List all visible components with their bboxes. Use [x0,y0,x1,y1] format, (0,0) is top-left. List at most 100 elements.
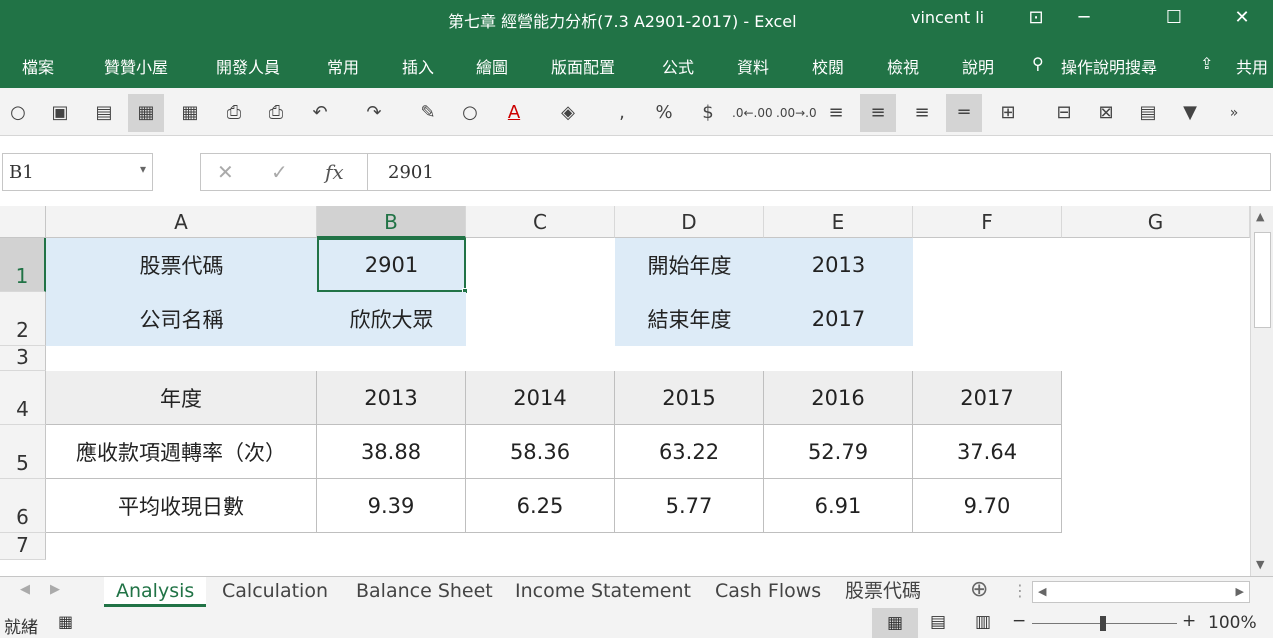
formula-input[interactable]: 2901 [367,153,1271,191]
printer-icon[interactable]: ⎙ [258,94,294,132]
tab-draw[interactable]: 繪圖 [476,54,508,78]
cell-e2[interactable]: 2017 [764,292,913,346]
table-cell[interactable]: 5.77 [615,479,764,533]
cell-a2[interactable]: 公司名稱 [46,292,317,346]
sheet-tab-cash-flows[interactable]: Cash Flows [715,577,821,607]
circle-icon[interactable]: ○ [0,94,36,132]
tab-page-layout[interactable]: 版面配置 [551,54,615,78]
sheet-tab-calculation[interactable]: Calculation [222,577,328,607]
row-header-3[interactable]: 3 [0,346,46,371]
table-header-cell[interactable]: 2014 [466,371,615,425]
decrease-decimal-icon[interactable]: .00→.0 [776,94,817,132]
print-preview-icon[interactable]: ⎙ [216,94,252,132]
table-header-cell[interactable]: 2017 [913,371,1062,425]
enter-icon[interactable]: ✓ [271,160,288,184]
cancel-icon[interactable]: ✕ [217,160,234,184]
more-icon[interactable]: » [1216,94,1252,132]
select-all-button[interactable] [0,206,46,238]
tab-formulas[interactable]: 公式 [662,54,694,78]
row-header-2[interactable]: 2 [0,292,46,346]
undo-icon[interactable]: ↶ [302,94,338,132]
column-header-b[interactable]: B [317,206,466,238]
column-header-d[interactable]: D [615,206,764,238]
cell-d1[interactable]: 開始年度 [615,238,764,292]
tab-file[interactable]: 檔案 [22,54,54,78]
table-cell[interactable]: 6.25 [466,479,615,533]
sheet-tab-analysis[interactable]: Analysis [104,577,207,607]
table-cell[interactable]: 9.70 [913,479,1062,533]
sheet-tab-balance-sheet[interactable]: Balance Sheet [356,577,493,607]
tab-zanzan[interactable]: 贊贊小屋 [104,54,168,78]
format-painter-icon[interactable]: ✎ [410,94,446,132]
search-label[interactable]: 操作說明搜尋 [1061,54,1157,78]
sheet-tab-stock-code[interactable]: 股票代碼 [845,577,921,607]
zoom-slider-thumb[interactable] [1100,616,1106,631]
circle2-icon[interactable]: ○ [452,94,488,132]
currency-icon[interactable]: $ [690,94,726,132]
column-header-g[interactable]: G [1062,206,1250,238]
macro-record-icon[interactable]: ▦ [58,612,73,631]
ribbon-display-icon[interactable]: ⊡ [1016,4,1056,32]
scroll-left-icon[interactable]: ◀ [1038,585,1046,598]
table-cell[interactable]: 6.91 [764,479,913,533]
cell-d2[interactable]: 結束年度 [615,292,764,346]
row-header-4[interactable]: 4 [0,371,46,425]
row-header-5[interactable]: 5 [0,425,46,479]
prev-sheet-icon[interactable]: ◀ [20,582,30,597]
table-cell[interactable]: 37.64 [913,425,1062,479]
vertical-scrollbar[interactable]: ▲ ▼ [1250,206,1273,576]
table-cell[interactable]: 38.88 [317,425,466,479]
middle-align-icon[interactable]: ═ [946,94,982,132]
tab-view[interactable]: 檢視 [887,54,919,78]
row-header-1[interactable]: 1 [0,238,46,292]
save-edit-icon[interactable]: ▤ [86,94,122,132]
cell-e1[interactable]: 2013 [764,238,913,292]
tab-insert[interactable]: 插入 [402,54,434,78]
column-header-a[interactable]: A [46,206,317,238]
redo-icon[interactable]: ↷ [356,94,392,132]
close-button[interactable]: ✕ [1222,4,1262,32]
zoom-out-icon[interactable]: − [1012,611,1026,631]
maximize-button[interactable]: ☐ [1154,4,1194,32]
search-icon[interactable]: ⚲ [1032,54,1044,73]
minimize-button[interactable]: ─ [1064,4,1104,32]
row-header-6[interactable]: 6 [0,479,46,533]
tab-developer[interactable]: 開發人員 [216,54,280,78]
table-header-cell[interactable]: 2013 [317,371,466,425]
increase-decimal-icon[interactable]: .0←.00 [732,94,773,132]
cell-b1-selected[interactable]: 2901 [317,238,466,292]
table-row-label[interactable]: 應收款項週轉率（次） [46,425,317,479]
zoom-level[interactable]: 100% [1208,613,1257,633]
fill-color-icon[interactable]: ◈ [550,94,586,132]
normal-view-icon[interactable]: ▦ [872,608,918,638]
scroll-right-icon[interactable]: ▶ [1236,585,1244,598]
page-break-view-icon[interactable]: ▥ [975,612,991,632]
table-cell[interactable]: 52.79 [764,425,913,479]
splitter-icon[interactable]: ⋮ [1012,581,1028,600]
insert-cells-icon[interactable]: ▤ [1130,94,1166,132]
table-icon[interactable]: ▦ [172,94,208,132]
align-left-icon[interactable]: ≡ [818,94,854,132]
table-cell[interactable]: 9.39 [317,479,466,533]
share-icon[interactable]: ⇪ [1200,54,1213,73]
table-header-cell[interactable]: 2015 [615,371,764,425]
filter-icon[interactable]: ▼ [1172,94,1208,132]
align-right-icon[interactable]: ≡ [904,94,940,132]
scroll-up-icon[interactable]: ▲ [1256,210,1264,223]
cell-a1[interactable]: 股票代碼 [46,238,317,292]
table-cell[interactable]: 63.22 [615,425,764,479]
column-header-c[interactable]: C [466,206,615,238]
delete-column-icon[interactable]: ⊠ [1088,94,1124,132]
name-box[interactable]: B1 ▾ [2,153,153,191]
table-header-cell[interactable]: 2016 [764,371,913,425]
borders-icon[interactable]: ⊞ [990,94,1026,132]
scroll-down-icon[interactable]: ▼ [1256,558,1264,571]
insert-function-icon[interactable]: fx [325,160,344,184]
tab-help[interactable]: 說明 [962,54,994,78]
sheet-tab-income-statement[interactable]: Income Statement [515,577,691,607]
align-center-icon[interactable]: ≡ [860,94,896,132]
column-header-e[interactable]: E [764,206,913,238]
tab-data[interactable]: 資料 [737,54,769,78]
user-name[interactable]: vincent li [911,8,984,27]
add-sheet-icon[interactable]: ⊕ [970,577,988,602]
